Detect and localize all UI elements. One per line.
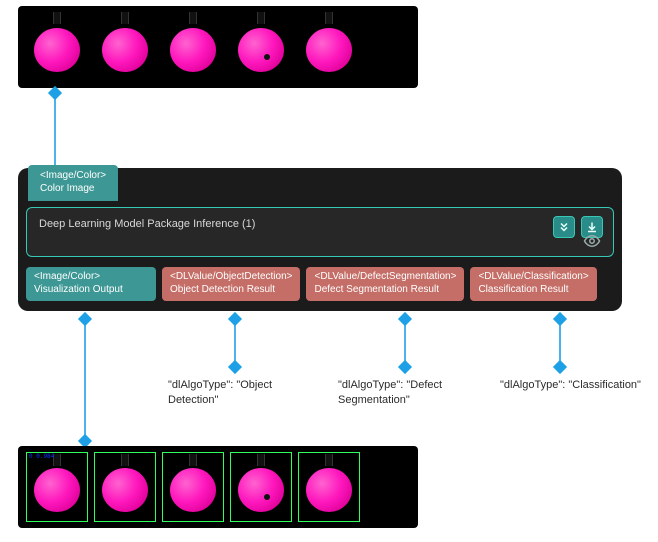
connector-endpoint xyxy=(398,360,412,374)
connector-viz xyxy=(80,314,90,444)
bulb xyxy=(162,12,224,82)
caption-defect-segmentation: "dlAlgoType": "Defect Segmentation" xyxy=(338,378,478,408)
output-image-strip: 0 0.984 0 0.984 xyxy=(18,446,418,528)
chevrons-down-icon xyxy=(558,221,570,233)
port-type: <Image/Color> xyxy=(34,271,148,284)
connector-endpoint xyxy=(78,312,92,326)
node-title: Deep Learning Model Package Inference (1… xyxy=(39,218,255,230)
output-port-classification[interactable]: <DLValue/Classification> Classification … xyxy=(470,267,596,301)
bulb-detected xyxy=(298,452,360,522)
port-label: Color Image xyxy=(40,183,94,194)
connector-endpoint xyxy=(553,360,567,374)
port-label: Object Detection Result xyxy=(170,284,292,297)
bulb xyxy=(230,12,292,82)
caption-object-detection: "dlAlgoType": "Object Detection" xyxy=(168,378,308,408)
port-type: <DLValue/DefectSegmentation> xyxy=(314,271,456,284)
bulb-detected: 0 0.984 xyxy=(26,452,88,522)
eye-icon xyxy=(583,232,601,250)
output-port-object-detection[interactable]: <DLValue/ObjectDetection> Object Detecti… xyxy=(162,267,300,301)
caption-classification: "dlAlgoType": "Classification" xyxy=(500,378,650,393)
port-label: Visualization Output xyxy=(34,284,148,297)
visibility-toggle[interactable] xyxy=(581,230,603,252)
port-type: <DLValue/ObjectDetection> xyxy=(170,271,292,284)
bulb xyxy=(94,12,156,82)
port-label: Defect Segmentation Result xyxy=(314,284,456,297)
port-type: <DLValue/Classification> xyxy=(478,271,588,284)
output-ports-row: <Image/Color> Visualization Output <DLVa… xyxy=(18,267,622,301)
bulb xyxy=(26,12,88,82)
connector-endpoint xyxy=(228,360,242,374)
connector-endpoint xyxy=(228,312,242,326)
bbox-label: 0 0.984 xyxy=(29,453,54,460)
input-port-color-image[interactable]: <Image/Color> Color Image xyxy=(28,165,118,201)
expand-button[interactable] xyxy=(553,216,575,238)
bulb-detected xyxy=(94,452,156,522)
output-port-defect-segmentation[interactable]: <DLValue/DefectSegmentation> Defect Segm… xyxy=(306,267,464,301)
connector-endpoint xyxy=(553,312,567,326)
connector-endpoint xyxy=(48,86,62,100)
bulb-detected xyxy=(162,452,224,522)
bulb xyxy=(298,12,360,82)
connector-endpoint xyxy=(398,312,412,326)
bulb-detected: 0 0.984 xyxy=(230,452,292,522)
inference-node: <Image/Color> Color Image Deep Learning … xyxy=(18,168,622,311)
port-type: <Image/Color> xyxy=(40,170,106,181)
node-body[interactable]: Deep Learning Model Package Inference (1… xyxy=(26,207,614,257)
input-image-strip xyxy=(18,6,418,88)
output-port-visualization[interactable]: <Image/Color> Visualization Output xyxy=(26,267,156,301)
port-label: Classification Result xyxy=(478,284,588,297)
